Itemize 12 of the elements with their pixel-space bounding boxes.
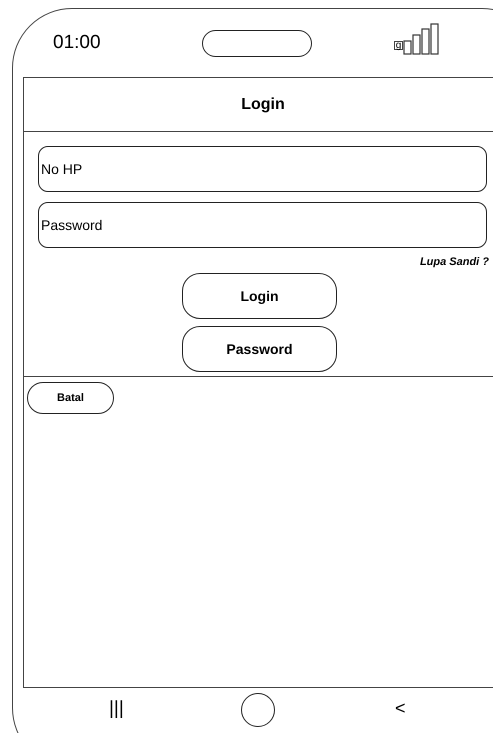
home-button[interactable] <box>241 693 275 727</box>
cancel-button[interactable]: Batal <box>27 382 114 414</box>
page-title: Login <box>241 96 285 114</box>
action-button[interactable]: Login <box>182 273 337 319</box>
input-field[interactable]: Password <box>38 202 487 248</box>
input-field[interactable]: No HP <box>38 146 487 192</box>
forgot-password-link[interactable]: Lupa Sandi ? <box>420 256 489 268</box>
action-button[interactable]: Password <box>182 326 337 372</box>
network-badge: g <box>394 41 403 50</box>
back-button[interactable]: < <box>395 698 406 719</box>
status-time: 01:00 <box>53 32 101 54</box>
recents-button[interactable]: ||| <box>109 698 124 720</box>
